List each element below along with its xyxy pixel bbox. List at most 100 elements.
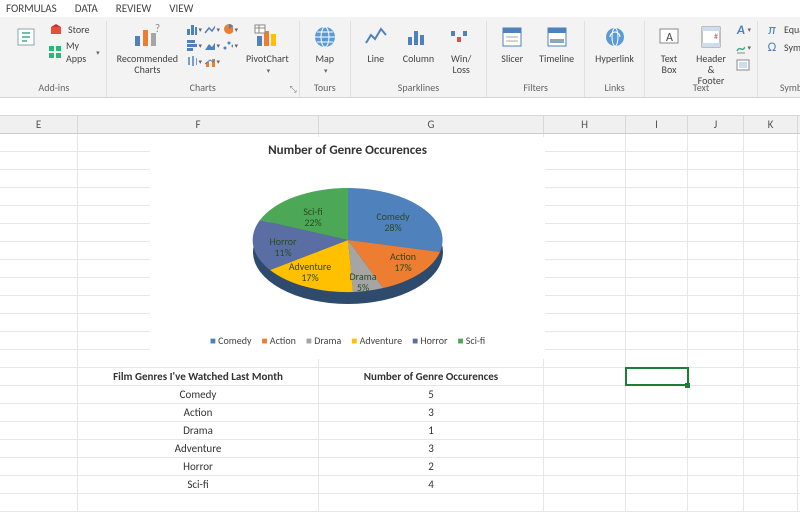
store-label: Store (68, 23, 89, 36)
map-icon (310, 23, 340, 51)
legend-horror: Horror (412, 334, 447, 347)
textbox-button[interactable]: A Text Box (651, 21, 687, 77)
symbol-label: Symbol (784, 41, 800, 54)
slicer-icon (497, 23, 527, 51)
sparkline-column-button[interactable]: Column (399, 21, 438, 66)
svg-text:?: ? (155, 24, 160, 35)
selected-cell[interactable] (626, 368, 688, 385)
tab-review[interactable]: REVIEW (116, 2, 152, 15)
equation-button[interactable]: π Equation (764, 21, 800, 37)
wordart-dropdown[interactable]: A (735, 21, 751, 37)
line-chart-dropdown[interactable] (204, 21, 220, 37)
pivotchart-button[interactable]: PivotChart (242, 21, 293, 77)
col-header-K[interactable]: K (744, 116, 798, 133)
equation-label: Equation (784, 23, 800, 36)
stock-chart-dropdown[interactable] (186, 53, 202, 69)
group-label-text: Text (693, 79, 710, 97)
signature-dropdown[interactable] (735, 39, 751, 55)
group-label-sparklines: Sparklines (398, 79, 439, 97)
col-header-J[interactable]: J (688, 116, 744, 133)
myapps-button[interactable]: My Apps (48, 39, 100, 65)
table-row[interactable]: 2 (319, 458, 544, 475)
line-sparkline-icon (361, 23, 391, 51)
legend-comedy: Comedy (210, 334, 252, 347)
recommended-charts-icon: ? (132, 23, 162, 51)
group-text: A Text Box # Header & Footer A Text (645, 21, 758, 97)
col-header-I[interactable]: I (626, 116, 688, 133)
table-row[interactable]: Sci-fi (78, 476, 319, 493)
slicer-button[interactable]: Slicer (493, 21, 531, 66)
recent-addins-button[interactable] (8, 21, 44, 53)
legend-drama: Drama (306, 334, 341, 347)
timeline-icon (542, 23, 572, 51)
symbol-icon: Ω (764, 39, 780, 55)
hbar-chart-dropdown[interactable] (186, 37, 202, 53)
table-row[interactable]: Action (78, 404, 319, 421)
table-row[interactable]: 1 (319, 422, 544, 439)
svg-text:A: A (736, 23, 745, 36)
bar-chart-dropdown[interactable] (186, 21, 202, 37)
group-label-tours: Tours (314, 79, 336, 97)
spreadsheet-grid[interactable]: Film Genres I've Watched Last Month Numb… (0, 134, 800, 512)
col-header-F[interactable]: F (78, 116, 319, 133)
timeline-button[interactable]: Timeline (535, 21, 578, 66)
group-label-charts: Charts (190, 79, 216, 97)
store-button[interactable]: Store (48, 21, 100, 37)
table-row[interactable]: Horror (78, 458, 319, 475)
headerfooter-button[interactable]: # Header & Footer (691, 21, 731, 88)
pivotchart-icon (252, 23, 282, 51)
table-row[interactable]: 4 (319, 476, 544, 493)
group-label-links: Links (604, 79, 624, 97)
scatter-chart-dropdown[interactable] (222, 37, 238, 53)
group-label-filters: Filters (523, 79, 548, 97)
embedded-pie-chart[interactable]: Number of Genre Occurences Come (150, 137, 545, 359)
object-button[interactable] (735, 57, 751, 73)
sparkline-column-label: Column (403, 53, 434, 64)
svg-text:A: A (666, 31, 673, 45)
tab-formulas[interactable]: FORMULAS (6, 2, 57, 15)
pivotchart-label: PivotChart (246, 53, 289, 64)
symbol-button[interactable]: Ω Symbol (764, 39, 800, 55)
equation-icon: π (764, 21, 780, 37)
table-row[interactable]: 5 (319, 386, 544, 403)
table-header-count[interactable]: Number of Genre Occurences (319, 368, 544, 385)
textbox-icon: A (654, 23, 684, 51)
sparkline-winloss-label: Win/ Loss (451, 53, 471, 75)
myapps-label: My Apps (66, 39, 90, 65)
myapps-icon (48, 44, 62, 60)
group-label-addins: Add-ins (38, 79, 69, 97)
timeline-label: Timeline (539, 53, 574, 64)
table-row[interactable]: Drama (78, 422, 319, 439)
group-symbols: π Equation Ω Symbol Symbols (758, 21, 800, 97)
tab-view[interactable]: VIEW (169, 2, 193, 15)
table-row[interactable]: Adventure (78, 440, 319, 457)
col-header-G[interactable]: G (319, 116, 544, 133)
sparkline-line-button[interactable]: Line (357, 21, 395, 66)
tab-data[interactable]: DATA (75, 2, 98, 15)
table-row[interactable]: 3 (319, 404, 544, 421)
headerfooter-icon: # (696, 23, 726, 51)
svg-text:#: # (714, 32, 718, 42)
table-row[interactable]: 3 (319, 440, 544, 457)
col-header-E[interactable]: E (0, 116, 78, 133)
slice-label-scifi: Sci-fi22% (303, 205, 322, 229)
table-header-genres[interactable]: Film Genres I've Watched Last Month (78, 368, 319, 385)
pie-chart-dropdown[interactable] (222, 21, 238, 37)
group-addins: Store My Apps Add-ins (2, 21, 107, 97)
slicer-label: Slicer (501, 53, 523, 64)
hyperlink-icon (600, 23, 630, 51)
hyperlink-button[interactable]: Hyperlink (591, 21, 638, 66)
sparkline-winloss-button[interactable]: Win/ Loss (442, 21, 480, 77)
group-charts: ? Recommended Charts (107, 21, 300, 97)
col-header-H[interactable]: H (544, 116, 626, 133)
legend-scifi: Sci-fi (457, 334, 485, 347)
group-tours: Map Tours (300, 21, 351, 97)
map-button[interactable]: Map (306, 21, 344, 77)
recommended-charts-button[interactable]: ? Recommended Charts (113, 21, 182, 77)
group-label-symbols: Symbols (780, 79, 800, 97)
area-chart-dropdown[interactable] (204, 37, 220, 53)
combo-chart-dropdown[interactable] (204, 53, 220, 69)
table-row[interactable]: Comedy (78, 386, 319, 403)
recommended-charts-label: Recommended Charts (117, 53, 178, 75)
charts-dialog-launcher[interactable]: ⤡ (290, 84, 297, 95)
